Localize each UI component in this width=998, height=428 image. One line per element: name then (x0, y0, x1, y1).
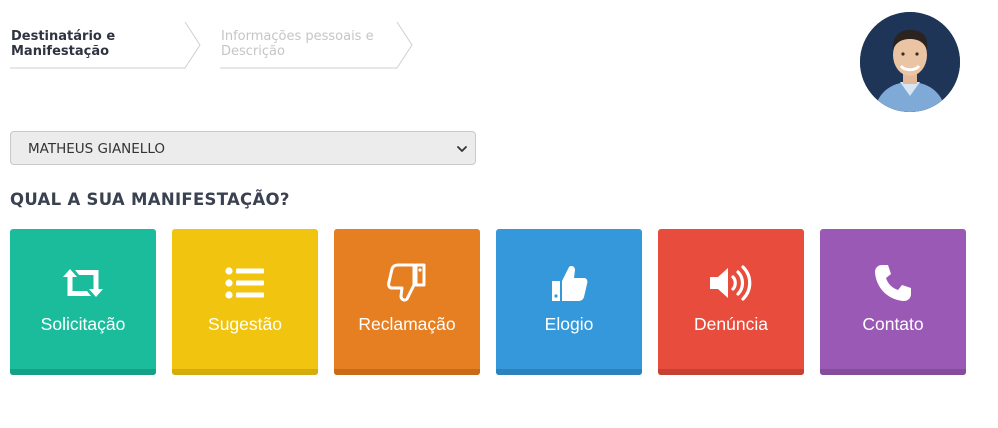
wizard-steps: Destinatário e Manifestação Informações … (10, 22, 420, 70)
tile-label: Solicitação (40, 314, 126, 334)
tile-label: Sugestão (208, 314, 282, 334)
tile-label: Elogio (544, 314, 594, 334)
retweet-icon (58, 262, 108, 304)
user-photo-avatar (860, 12, 960, 112)
volume-icon (706, 262, 756, 304)
avatar[interactable] (860, 12, 960, 112)
tile-reclamacao[interactable]: Reclamação (334, 229, 480, 375)
tile-label: Denúncia (694, 314, 768, 334)
tile-label: Contato (862, 314, 924, 334)
tile-elogio[interactable]: Elogio (496, 229, 642, 375)
tile-bottom-bar (496, 369, 642, 375)
tile-sugestao[interactable]: Sugestão (172, 229, 318, 375)
phone-icon (868, 262, 918, 304)
tile-bottom-bar (334, 369, 480, 375)
chevron-down-icon (457, 146, 467, 152)
recipient-select[interactable]: MATHEUS GIANELLO (10, 131, 476, 165)
manifestation-question: QUAL A SUA MANIFESTAÇÃO? (10, 190, 290, 209)
thumbs-down-icon (382, 262, 432, 304)
tile-label: Reclamação (358, 314, 456, 334)
step-label: Destinatário e Manifestação (11, 29, 116, 59)
tile-bottom-bar (658, 369, 804, 375)
tile-bottom-bar (10, 369, 156, 375)
tile-bottom-bar (172, 369, 318, 375)
tile-denuncia[interactable]: Denúncia (658, 229, 804, 375)
step-personal-info-description[interactable]: Informações pessoais e Descrição (220, 22, 420, 70)
thumbs-up-icon (544, 262, 594, 304)
tile-bottom-bar (820, 369, 966, 375)
step-label: Informações pessoais e Descrição (221, 29, 374, 59)
recipient-select-value: MATHEUS GIANELLO (28, 141, 165, 157)
step-recipient-manifestation[interactable]: Destinatário e Manifestação (10, 22, 220, 70)
tile-solicitacao[interactable]: Solicitação (10, 229, 156, 375)
list-icon (220, 262, 270, 304)
tile-contato[interactable]: Contato (820, 229, 966, 375)
